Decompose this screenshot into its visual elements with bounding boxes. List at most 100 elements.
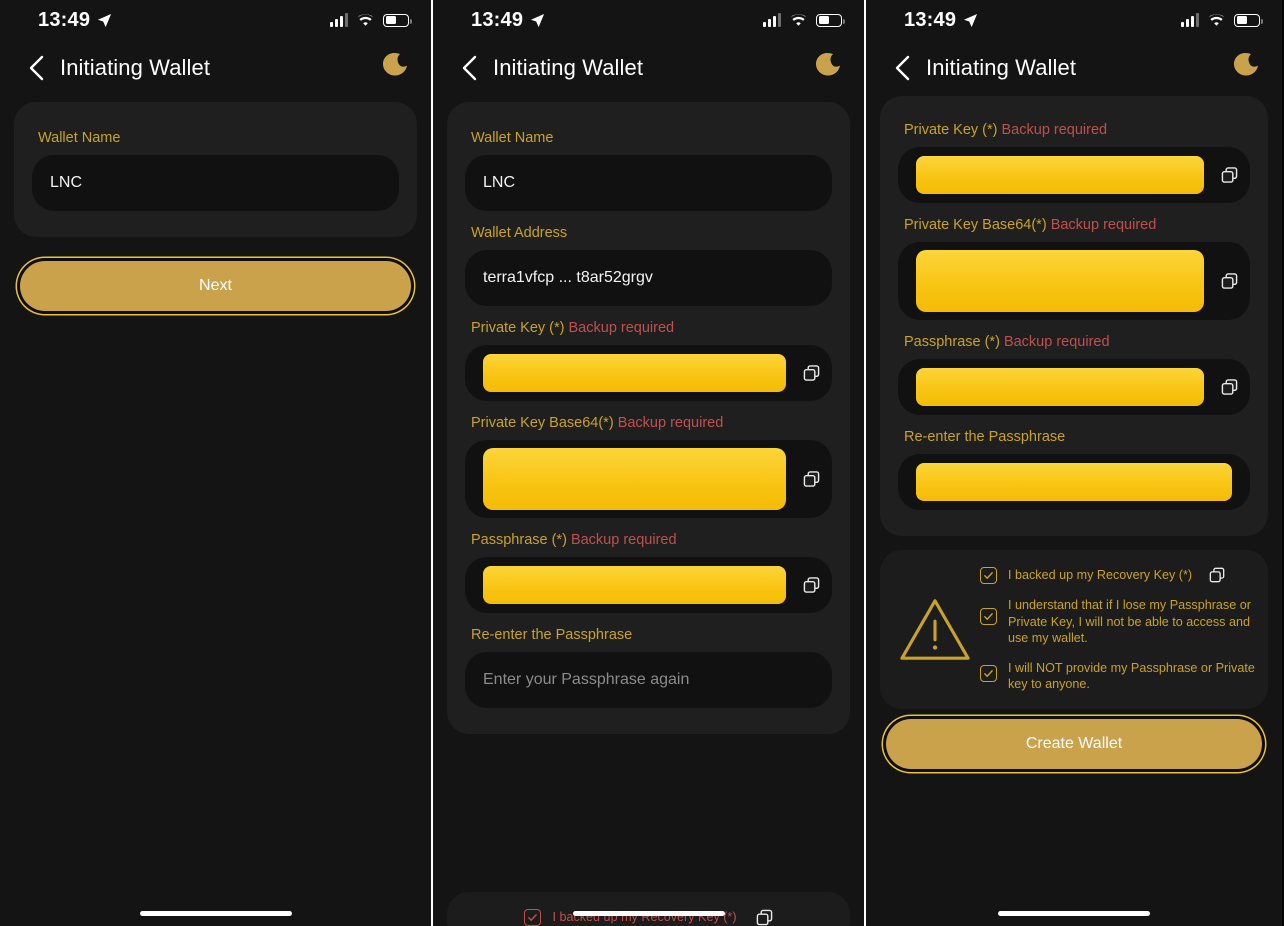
next-button-wrap: Next: [14, 251, 417, 321]
passphrase-label: Passphrase (*) Backup required: [471, 532, 677, 548]
back-chevron-icon[interactable]: [28, 55, 44, 81]
agreement-label-understand-lose: I understand that if I lose my Passphras…: [1008, 598, 1251, 646]
crescent-moon-logo-icon: [1234, 53, 1258, 76]
copy-icon[interactable]: [803, 365, 820, 382]
copy-icon[interactable]: [1221, 273, 1238, 290]
back-chevron-icon[interactable]: [461, 55, 477, 81]
private-key-label: Private Key (*) Backup required: [904, 122, 1108, 138]
private-key-base64-input[interactable]: [898, 242, 1250, 320]
passphrase-redaction: [916, 368, 1204, 406]
phone-screen-1: 13:49 Initiating Wallet Wallet Name LNC: [0, 0, 433, 926]
passphrase-label: Passphrase (*) Backup required: [904, 334, 1110, 350]
next-button[interactable]: Next: [20, 261, 411, 311]
wifi-icon: [790, 13, 807, 26]
reenter-passphrase-input[interactable]: [898, 454, 1250, 510]
clipped-field-above: [898, 96, 1250, 112]
reenter-passphrase-redaction: [916, 463, 1232, 501]
backup-required-badge: Backup required: [568, 320, 675, 336]
status-bar-left: 13:49: [38, 9, 112, 32]
wallet-name-input[interactable]: LNC: [32, 155, 399, 211]
backup-required-badge: Backup required: [570, 532, 677, 548]
wallet-name-value: LNC: [50, 174, 83, 191]
private-key-redaction: [483, 354, 786, 392]
private-key-input[interactable]: [465, 345, 832, 401]
create-wallet-button-wrap: Create Wallet: [880, 709, 1268, 779]
private-key-base64-label: Private Key Base64(*) Backup required: [904, 217, 1157, 233]
screen-body-3: Private Key (*) Backup required Private …: [866, 96, 1282, 926]
wallet-address-label: Wallet Address: [471, 225, 568, 241]
passphrase-input[interactable]: [465, 557, 832, 613]
checkbox-checked-icon[interactable]: [524, 909, 542, 926]
checkbox-checked-icon[interactable]: [980, 567, 997, 584]
wallet-name-field: Wallet Name LNC: [465, 120, 832, 211]
phone-screen-3: 13:49 Initiating Wallet Private Key (*) …: [866, 0, 1282, 926]
agreement-label-backed-up: I backed up my Recovery Key (*): [1008, 567, 1193, 582]
wallet-name-field: Wallet Name LNC: [32, 120, 399, 211]
back-chevron-icon[interactable]: [894, 55, 910, 81]
page-title: Initiating Wallet: [926, 55, 1077, 80]
agreement-row-understand-lose[interactable]: I understand that if I lose my Passphras…: [980, 597, 1256, 647]
copy-icon[interactable]: [756, 909, 773, 926]
nav-bar: Initiating Wallet: [433, 40, 864, 96]
private-key-base64-field: Private Key Base64(*) Backup required: [465, 405, 832, 518]
nav-bar: Initiating Wallet: [0, 40, 431, 96]
wallet-details-card: Wallet Name LNC Wallet Address terra1vfc…: [447, 102, 850, 734]
wallet-keys-card: Private Key (*) Backup required Private …: [880, 96, 1268, 536]
copy-icon[interactable]: [1221, 167, 1238, 184]
status-bar-right: [330, 13, 412, 27]
battery-icon: [1234, 13, 1263, 27]
backup-required-badge: Backup required: [617, 415, 724, 431]
screen-body-1: Wallet Name LNC Next: [0, 96, 431, 926]
status-bar-right: [763, 13, 845, 27]
private-key-field: Private Key (*) Backup required: [465, 310, 832, 401]
status-bar: 13:49: [866, 0, 1282, 40]
battery-icon: [816, 13, 845, 27]
agreement-list: I backed up my Recovery Key (*) I unders…: [980, 566, 1256, 693]
copy-icon[interactable]: [803, 471, 820, 488]
copy-icon[interactable]: [1221, 379, 1238, 396]
wallet-name-input[interactable]: LNC: [465, 155, 832, 211]
status-bar-left: 13:49: [471, 9, 545, 32]
backup-required-badge: Backup required: [1050, 217, 1157, 233]
phone-screen-2: 13:49 Initiating Wallet Wallet Name LNC: [433, 0, 866, 926]
agreement-label-not-provide: I will NOT provide my Passphrase or Priv…: [1008, 660, 1255, 692]
private-key-redaction: [916, 156, 1204, 194]
cellular-bars-icon: [330, 13, 348, 27]
reenter-passphrase-label: Re-enter the Passphrase: [904, 429, 1066, 445]
reenter-passphrase-input[interactable]: Enter your Passphrase again: [465, 652, 832, 708]
checkbox-checked-icon[interactable]: [980, 608, 997, 625]
wallet-name-card: Wallet Name LNC: [14, 102, 417, 237]
warning-triangle-icon: [900, 598, 970, 660]
home-indicator: [572, 911, 725, 916]
clock-label: 13:49: [38, 8, 91, 31]
private-key-label: Private Key (*) Backup required: [471, 320, 675, 336]
wallet-address-field: Wallet Address terra1vfcp ... t8ar52grgv: [465, 215, 832, 306]
crescent-moon-logo-icon: [383, 53, 407, 76]
status-bar: 13:49: [433, 0, 864, 40]
clock-label: 13:49: [471, 8, 524, 31]
private-key-input[interactable]: [898, 147, 1250, 203]
wallet-address-input[interactable]: terra1vfcp ... t8ar52grgv: [465, 250, 832, 306]
location-arrow-icon: [98, 13, 112, 27]
wifi-icon: [1208, 13, 1225, 26]
wifi-icon: [357, 13, 374, 26]
status-bar: 13:49: [0, 0, 431, 40]
passphrase-input[interactable]: [898, 359, 1250, 415]
private-key-base64-label: Private Key Base64(*) Backup required: [471, 415, 724, 431]
nav-bar: Initiating Wallet: [866, 40, 1282, 96]
status-bar-right: [1181, 13, 1263, 27]
backup-required-badge: Backup required: [1001, 122, 1108, 138]
private-key-base64-input[interactable]: [465, 440, 832, 518]
copy-icon[interactable]: [803, 577, 820, 594]
copy-icon[interactable]: [1209, 567, 1225, 583]
create-wallet-button[interactable]: Create Wallet: [886, 719, 1262, 770]
clock-label: 13:49: [904, 8, 957, 31]
wallet-name-label: Wallet Name: [38, 130, 121, 146]
agreement-row-not-provide[interactable]: I will NOT provide my Passphrase or Priv…: [980, 660, 1256, 693]
agreement-row-backed-up[interactable]: I backed up my Recovery Key (*): [980, 566, 1256, 584]
reenter-passphrase-field: Re-enter the Passphrase Enter your Passp…: [465, 617, 832, 708]
passphrase-redaction: [483, 566, 786, 604]
wallet-name-label: Wallet Name: [471, 130, 554, 146]
location-arrow-icon: [964, 13, 978, 27]
checkbox-checked-icon[interactable]: [980, 664, 997, 682]
